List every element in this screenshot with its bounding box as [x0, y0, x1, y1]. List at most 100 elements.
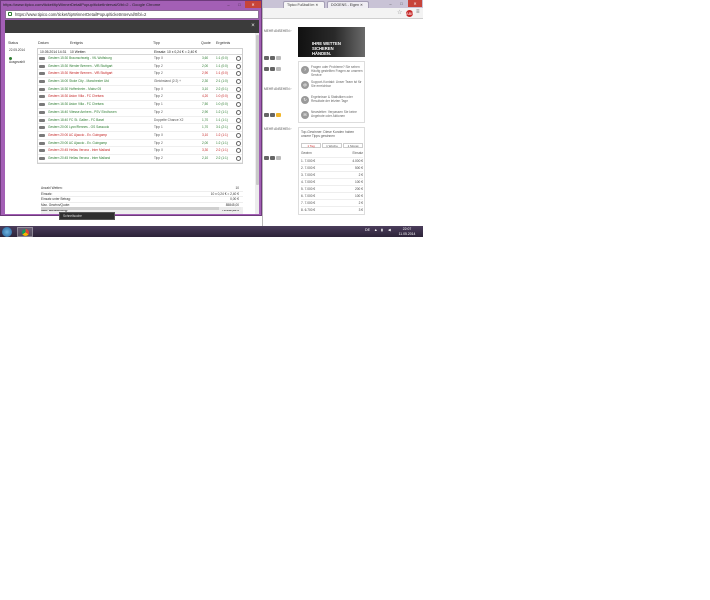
header-einsatz: Einsatz — [352, 151, 363, 155]
odds-pill[interactable] — [276, 113, 281, 117]
promo-banner[interactable]: IHRE WETTEN SICHEREN HÄNDEN. — [298, 27, 365, 57]
odds-pill[interactable] — [264, 67, 269, 71]
bet-tag — [39, 64, 45, 68]
bet-result: 2:2 (0:1) — [216, 86, 228, 91]
tab-1-monat[interactable]: 1 Monat — [343, 143, 363, 148]
win: 7.000 € — [304, 201, 316, 205]
bet-event[interactable]: Gestern 16:30 Hoffenheim - Mainz 05 — [48, 86, 154, 93]
stake: 3 € — [358, 208, 363, 212]
magnifier-icon[interactable] — [236, 56, 241, 61]
rank: 7. — [301, 201, 304, 205]
magnifier-icon[interactable] — [236, 109, 241, 115]
bet-event[interactable]: Gestern 18:40 FC St. Gallen - FC Basel — [48, 117, 154, 124]
bet-event[interactable]: Gestern 15:30 Braunschweig - VfL Wolfsbu… — [48, 55, 154, 62]
magnifier-icon[interactable] — [236, 125, 241, 131]
bet-tip: Tipp X — [154, 148, 164, 153]
bet-quote: 7,50 — [202, 102, 209, 107]
table-row: Gestern 20:45 Hellas Verona - Inter Mail… — [38, 155, 242, 163]
bet-event[interactable]: Gestern 20:00 AC Ajaccio - Ev. Guingamp — [48, 140, 154, 147]
tab-1-tag[interactable]: 1 Tag — [301, 143, 321, 148]
bet-tag — [39, 126, 45, 130]
bet-event[interactable]: Gestern 15:30 Werder Bremen - VfB Stuttg… — [48, 63, 154, 70]
more-link[interactable]: MEHR ANSEHEN › — [264, 87, 291, 91]
magnifier-icon[interactable] — [236, 132, 241, 138]
magnifier-icon[interactable] — [236, 63, 241, 69]
table-row: Gestern 16:40 Vitesse Arnhem - PSV Eindh… — [38, 109, 242, 117]
bet-event[interactable]: Gestern 16:00 Stoke City - Manchester Ut… — [48, 78, 154, 85]
vertical-scrollbar[interactable] — [255, 33, 259, 214]
odds-pill[interactable] — [270, 67, 275, 71]
start-button[interactable] — [2, 227, 12, 237]
bet-result: 1:1 (0:0) — [216, 71, 228, 76]
bet-event[interactable]: Gestern 20:45 Hellas Verona - Inter Mail… — [48, 155, 154, 162]
bet-result: 1:0 (0:0) — [216, 102, 228, 107]
maximize-button[interactable]: □ — [396, 0, 407, 7]
win: 7.000 € — [304, 166, 316, 170]
magnifier-icon[interactable] — [236, 102, 241, 108]
bet-quote: 1,70 — [202, 125, 209, 130]
rank: 2. — [301, 166, 304, 170]
odds-pill[interactable] — [264, 156, 269, 160]
tab-tipico[interactable]: Tipico Fußball Im ✕ — [283, 1, 325, 8]
odds-pill[interactable] — [270, 156, 275, 160]
bet-strip — [263, 152, 297, 162]
bet-event[interactable]: Gestern 16:30 Aston Villa - FC Chelsea — [48, 101, 154, 108]
scrollbar-thumb[interactable] — [41, 207, 219, 210]
address-bar[interactable]: https://www.tipico.com/ticket/tipWinnerD… — [5, 10, 259, 19]
popup-close-button[interactable]: ✕ — [245, 1, 261, 8]
info-item[interactable]: ✉ Newsletter: Verpassen Sie keine Angebo… — [301, 110, 363, 122]
clock[interactable]: 22:07 11.05.2014 — [397, 227, 417, 236]
notification-bubble[interactable]: Schnellsuche — [59, 212, 115, 220]
close-button[interactable]: ✕ — [408, 0, 422, 7]
popup-maximize-button[interactable]: □ — [234, 1, 245, 8]
more-link[interactable]: MEHR ANSEHEN › — [264, 127, 291, 131]
magnifier-icon[interactable] — [236, 148, 241, 154]
magnifier-icon[interactable] — [236, 71, 241, 77]
language-indicator[interactable]: DE — [365, 228, 370, 232]
bet-event[interactable]: Gestern 16:40 Vitesse Arnhem - PSV Eindh… — [48, 109, 154, 116]
magnifier-icon[interactable] — [236, 94, 241, 100]
info-item[interactable]: ↻ Ergebnisse & Statistiken oder Resultat… — [301, 95, 363, 107]
magnifier-icon[interactable] — [236, 79, 241, 85]
magnifier-icon[interactable] — [236, 117, 241, 123]
adblock-icon[interactable]: ABP — [406, 10, 414, 17]
bet-event[interactable]: Gestern 20:00 AC Ajaccio - Ev. Guingamp — [48, 132, 154, 139]
odds-pill[interactable] — [264, 56, 269, 60]
scrollbar-thumb[interactable] — [255, 35, 259, 185]
odds-pill[interactable] — [276, 156, 281, 160]
menu-icon[interactable]: ≡ — [416, 9, 420, 15]
bet-result: 1:1 (0:0) — [216, 63, 228, 68]
info-item[interactable]: ? Fragen oder Probleme? Sie sehen Häufig… — [301, 65, 363, 77]
bet-event[interactable]: Gestern 20:45 Hellas Verona - Inter Mail… — [48, 147, 154, 154]
bet-tip: Tipp 2 — [154, 109, 163, 114]
bet-event[interactable]: Gestern 15:30 Werder Bremen - VfB Stuttg… — [48, 70, 154, 77]
tab-1-woche[interactable]: 1 Woche — [322, 143, 342, 148]
bet-event[interactable]: Gestern 20:00 Lyon/Rennes - OS Sassuolo — [48, 124, 154, 131]
network-icon[interactable]: ▮ — [381, 228, 383, 232]
magnifier-icon[interactable] — [236, 140, 241, 146]
taskbar-chrome[interactable] — [17, 227, 33, 237]
tab-dogens[interactable]: DOGENS - Eigen ✕ — [327, 1, 369, 8]
horizontal-scrollbar[interactable] — [41, 207, 241, 210]
minimize-button[interactable]: – — [385, 0, 396, 7]
background-browser-window[interactable]: Tipico Fußball Im ✕ DOGENS - Eigen ✕ – □… — [262, 0, 423, 226]
bookmark-star-icon[interactable]: ☆ — [397, 9, 402, 16]
odds-pill[interactable] — [264, 113, 269, 117]
close-icon[interactable]: × — [250, 23, 256, 29]
volume-icon[interactable]: ◀ — [388, 228, 391, 232]
magnifier-icon[interactable] — [236, 86, 241, 92]
odds-pill[interactable] — [276, 56, 281, 60]
bet-event[interactable]: Gestern 16:30 Aston Villa - FC Chelsea — [48, 93, 154, 100]
bet-tip: Tipp 2 — [154, 155, 163, 160]
odds-pill[interactable] — [276, 67, 281, 71]
popup-minimize-button[interactable]: – — [223, 1, 234, 8]
odds-pill[interactable] — [270, 56, 275, 60]
refresh-icon: ↻ — [301, 96, 309, 104]
tray-arrow-icon[interactable]: ▲ — [374, 228, 378, 232]
odds-pill[interactable] — [270, 113, 275, 117]
popup-window[interactable]: https://www.tipico.com/ticket/tipWinnerD… — [0, 0, 262, 216]
info-item[interactable]: @ Support-Kontakt: Unser Team ist für Si… — [301, 80, 363, 92]
magnifier-icon[interactable] — [236, 155, 241, 161]
more-link[interactable]: MEHR ANSEHEN › — [264, 29, 291, 33]
bet-tip: Tipp 2 — [154, 94, 163, 99]
